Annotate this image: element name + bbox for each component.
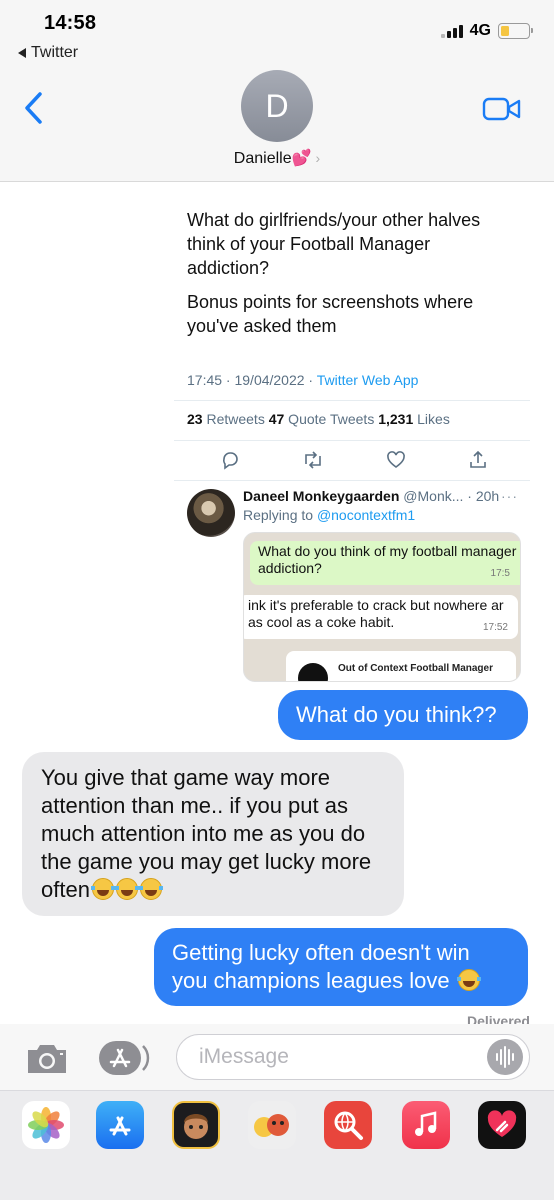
like-count: 1,231 <box>378 411 414 427</box>
reply-author-avatar <box>187 489 235 537</box>
memoji-icon[interactable] <box>172 1101 220 1149</box>
cellular-signal-icon <box>440 24 463 38</box>
retweet-icon <box>305 451 321 469</box>
like-heart-icon <box>387 451 405 468</box>
tweet-text-line-1: What do girlfriends/your other halves th… <box>187 210 481 278</box>
divider <box>174 400 530 401</box>
retweet-count: 23 <box>187 411 203 427</box>
divider <box>174 440 530 441</box>
tweet-actions <box>174 446 530 476</box>
tweet-text-line-2: Bonus points for screenshots where you'v… <box>187 292 474 336</box>
replying-to-label: Replying to <box>243 507 317 523</box>
tweet-screenshot-image[interactable]: What do girlfriends/your other halves th… <box>174 182 530 687</box>
chat-screenshot-image: What do you think of my football manager… <box>243 532 521 682</box>
screenshot-incoming-message: ink it's preferable to crack but nowhere… <box>244 595 518 639</box>
status-indicators: 4G <box>440 22 533 40</box>
message-text: You give that game way more attention th… <box>41 765 372 902</box>
back-app-label: Twitter <box>31 44 79 61</box>
replying-to-handle: @nocontextfm1 <box>316 507 416 523</box>
message-text: Getting lucky often doesn't win you cham… <box>172 940 470 993</box>
back-to-app-link[interactable]: Twitter <box>18 44 78 62</box>
incoming-message[interactable]: You give that game way more attention th… <box>22 752 404 916</box>
message-input[interactable] <box>199 1043 479 1071</box>
animoji-icon[interactable] <box>248 1101 296 1149</box>
app-drawer <box>0 1090 554 1200</box>
screenshot-in-text: ink it's preferable to crack but nowhere… <box>248 597 504 630</box>
network-type: 4G <box>469 22 491 39</box>
photos-icon[interactable] <box>22 1101 70 1149</box>
app-store-icon[interactable] <box>96 1101 144 1149</box>
chevron-right-icon: › <box>315 150 321 166</box>
status-time: 14:58 <box>44 12 97 34</box>
share-icon <box>470 450 486 468</box>
screenshot-in-time: 17:52 <box>482 622 508 633</box>
screenshot-outgoing-message: What do you think of my football manager… <box>250 541 520 585</box>
tweet-timestamp: 17:45 · 19/04/2022 · Twitter Web App <box>187 372 418 388</box>
avatar-initial: D <box>265 87 289 124</box>
divider <box>174 480 530 481</box>
screenshot-out-text: What do you think of my football manager… <box>258 543 517 576</box>
contact-name: Danielle💕 <box>233 150 312 167</box>
tweet-date: 17:45 · 19/04/2022 · <box>187 372 317 388</box>
outgoing-message[interactable]: What do you think?? <box>278 690 528 740</box>
tears-of-joy-emoji-icon <box>90 878 115 900</box>
message-text: What do you think?? <box>296 702 497 727</box>
reply-icon <box>223 452 238 470</box>
contact-name-button[interactable]: Danielle💕 › <box>0 148 554 168</box>
quote-tweet-label: Quote Tweets <box>284 411 379 427</box>
digital-touch-icon[interactable] <box>478 1101 526 1149</box>
back-triangle-icon <box>18 48 26 58</box>
tweet-stats: 23 Retweets 47 Quote Tweets 1,231 Likes <box>187 411 450 427</box>
tweet-text: What do girlfriends/your other halves th… <box>187 208 517 338</box>
screenshot-quoted-card: Out of Context Football Manager <box>286 651 516 681</box>
voice-waveform-icon[interactable] <box>487 1039 523 1075</box>
outgoing-message[interactable]: Getting lucky often doesn't win you cham… <box>154 928 528 1006</box>
music-icon[interactable] <box>402 1101 450 1149</box>
battery-icon <box>498 23 533 39</box>
quote-tweet-count: 47 <box>268 411 285 427</box>
replying-to: Replying to @nocontextfm1 <box>243 507 415 523</box>
like-label: Likes <box>413 411 450 427</box>
facetime-video-icon[interactable] <box>482 96 522 122</box>
web-search-icon[interactable] <box>324 1101 372 1149</box>
back-chevron-icon[interactable] <box>22 90 46 126</box>
reply-author-handle: @Monk... · 20h <box>399 488 500 504</box>
screenshot-out-time: 17:5 <box>490 568 510 579</box>
tears-of-joy-emoji-icon <box>138 878 163 900</box>
retweet-label: Retweets <box>202 411 269 427</box>
reply-author-name: Daneel Monkeygaarden <box>243 488 400 504</box>
apps-button-icon[interactable] <box>98 1040 152 1076</box>
compose-bar <box>0 1024 554 1090</box>
tears-of-joy-emoji-icon <box>456 969 481 991</box>
contact-avatar[interactable]: D <box>241 70 313 142</box>
camera-icon[interactable] <box>24 1042 70 1076</box>
message-input-field[interactable] <box>176 1034 530 1080</box>
more-icon: ··· <box>501 488 518 504</box>
reply-author: Daneel Monkeygaarden @Monk... · 20h ··· <box>243 488 518 504</box>
tweet-source: Twitter Web App <box>316 372 419 388</box>
conversation-header: 14:58 Twitter 4G D Danielle💕 › <box>0 0 554 182</box>
tears-of-joy-emoji-icon <box>114 878 139 900</box>
